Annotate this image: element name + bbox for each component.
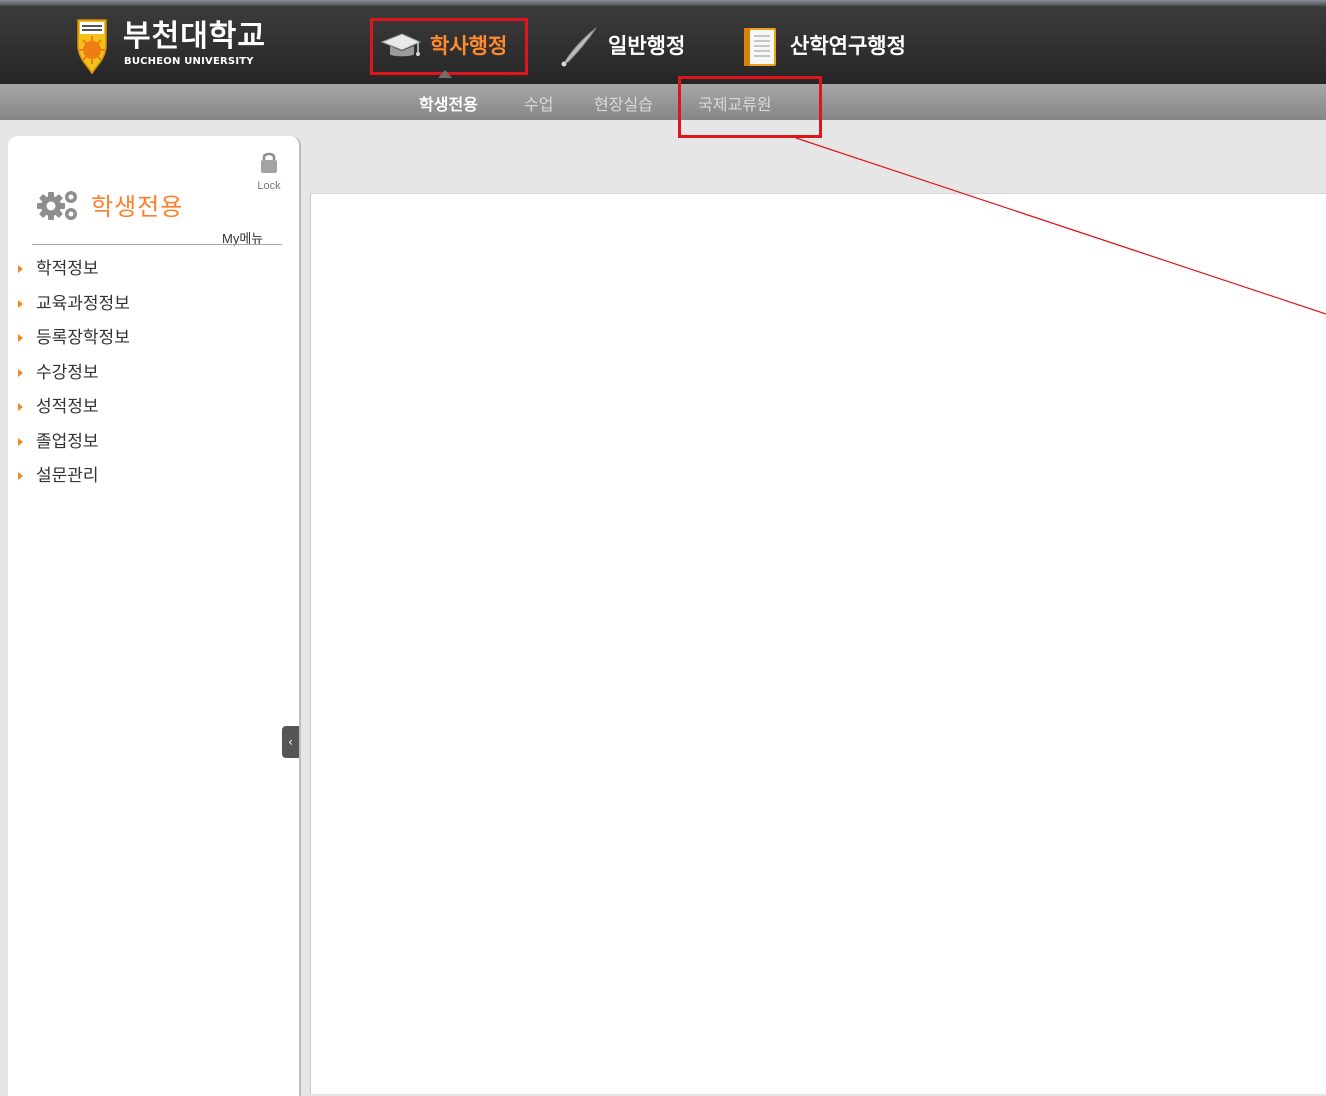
- sidebar-item-academic-record[interactable]: 학적정보: [18, 252, 130, 287]
- annotation-highlight-box: [370, 18, 528, 75]
- annotation-highlight-box: [678, 76, 822, 138]
- sidebar-item-survey[interactable]: 설문관리: [18, 459, 130, 494]
- arrow-right-icon: [18, 403, 23, 412]
- quill-pen-icon: [561, 27, 597, 67]
- main-content-area: [310, 193, 1326, 1094]
- arrow-right-icon: [18, 334, 23, 343]
- sidebar-item-label: 성적정보: [36, 397, 99, 417]
- top-header-strip: [0, 0, 1326, 6]
- active-nav-caret-icon: [438, 70, 452, 78]
- arrow-right-icon: [18, 437, 23, 446]
- sidebar-item-curriculum[interactable]: 교육과정정보: [18, 287, 130, 322]
- top-nav-industry-research-admin[interactable]: 산학연구행정: [738, 22, 906, 68]
- university-emblem-icon: [77, 19, 107, 75]
- sidebar-item-label: 등록장학정보: [36, 328, 130, 348]
- sidebar-item-label: 설문관리: [36, 466, 99, 486]
- sidebar-item-registration-scholarship[interactable]: 등록장학정보: [18, 321, 130, 356]
- lock-icon: [261, 152, 277, 173]
- top-nav-general-admin[interactable]: 일반행정: [556, 22, 685, 68]
- sidebar-collapse-button[interactable]: ‹: [282, 726, 299, 758]
- arrow-right-icon: [18, 368, 23, 377]
- sidebar-section-title: 학생전용: [91, 192, 184, 221]
- top-nav-label: 일반행정: [608, 34, 686, 58]
- sidebar-item-label: 학적정보: [36, 259, 99, 279]
- arrow-right-icon: [18, 265, 23, 274]
- section-divider: [32, 244, 282, 245]
- sub-nav-field-practice[interactable]: 현장실습: [594, 91, 653, 115]
- sub-nav-bar: [0, 84, 1326, 120]
- lock-button[interactable]: Lock: [253, 150, 285, 194]
- sidebar-item-grades[interactable]: 성적정보: [18, 390, 130, 425]
- arrow-right-icon: [18, 299, 23, 308]
- top-nav-label: 산학연구행정: [790, 34, 906, 58]
- chevron-left-icon: ‹: [288, 735, 293, 749]
- sub-nav-student-only[interactable]: 학생전용: [419, 91, 478, 115]
- gears-icon: [37, 191, 77, 220]
- sidebar-section-header: 학생전용: [35, 184, 183, 224]
- logo-title: 부천대학교: [123, 19, 266, 54]
- sidebar-item-label: 교육과정정보: [36, 293, 130, 314]
- sub-nav-class[interactable]: 수업: [524, 91, 553, 115]
- lock-label: Lock: [257, 180, 281, 192]
- sidebar-menu: 학적정보 교육과정정보 등록장학정보 수강정보 성적정보 졸업정보 설문관리: [18, 252, 130, 494]
- book-icon: [744, 28, 776, 66]
- arrow-right-icon: [18, 472, 23, 481]
- sidebar-item-graduation[interactable]: 졸업정보: [18, 425, 130, 460]
- sidebar-item-label: 수강정보: [36, 362, 99, 383]
- sidebar-item-label: 졸업정보: [36, 431, 99, 452]
- sidebar-item-course-enrollment[interactable]: 수강정보: [18, 356, 130, 391]
- logo-subtitle: BUCHEON UNIVERSITY: [124, 56, 254, 67]
